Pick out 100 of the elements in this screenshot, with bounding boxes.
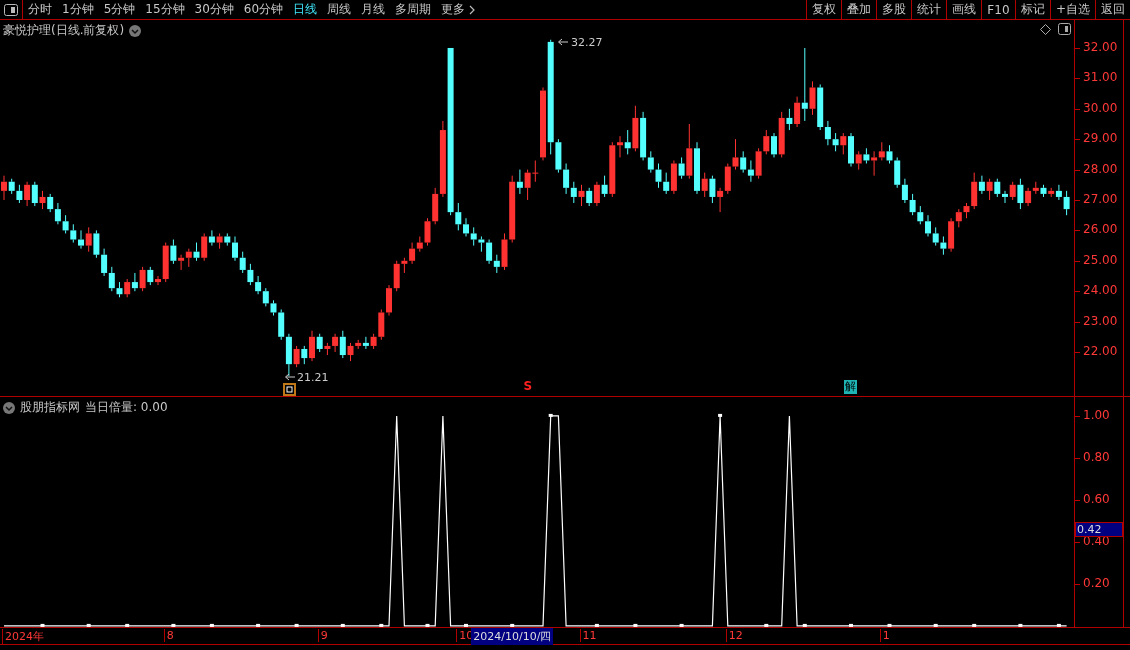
candlestick	[108, 266, 115, 292]
candlestick	[432, 187, 439, 225]
toolbar-button[interactable]: 标记	[1014, 0, 1050, 19]
candlestick	[255, 275, 262, 295]
candlestick	[878, 141, 885, 161]
toolbar-button[interactable]: F10	[980, 0, 1015, 19]
period-tab[interactable]: 15分钟	[140, 0, 190, 19]
panel-toggle-icon[interactable]	[1058, 23, 1071, 35]
axis-label: 23.00	[1083, 313, 1118, 328]
candlestick	[978, 175, 985, 195]
candlestick	[124, 278, 131, 298]
axis-label: 27.00	[1083, 192, 1118, 206]
candlestick	[994, 178, 1001, 198]
candlestick	[116, 281, 123, 298]
cursor-date-label: 2024/10/10/四	[471, 628, 554, 645]
candlestick	[339, 330, 346, 359]
candlestick	[955, 208, 962, 228]
candlestick	[139, 266, 146, 292]
dropdown-icon[interactable]	[3, 401, 15, 414]
candlestick	[85, 226, 92, 253]
chevron-right-icon	[469, 4, 476, 15]
data-point	[209, 623, 214, 627]
signal-icon	[282, 383, 296, 396]
candlestick	[617, 135, 623, 158]
axis-label: 25.00	[1083, 252, 1118, 267]
toolbar-button[interactable]: 画线	[945, 0, 981, 19]
candlestick	[70, 223, 77, 244]
candlestick	[401, 257, 408, 274]
candlestick	[986, 178, 993, 201]
candlestick	[147, 266, 154, 286]
period-tab[interactable]: 月线	[356, 0, 391, 19]
toolbar-button[interactable]: 叠加	[840, 0, 876, 19]
candlestick	[1025, 187, 1032, 207]
period-tab[interactable]: 5分钟	[98, 0, 141, 19]
candlestick	[871, 150, 878, 177]
data-point	[802, 623, 807, 627]
panel-toggle-icon[interactable]	[4, 3, 18, 16]
candlestick	[948, 217, 955, 253]
candlestick	[370, 333, 377, 350]
period-tab[interactable]: 30分钟	[189, 0, 239, 19]
toolbar-button[interactable]: 统计	[910, 0, 946, 19]
candlestick	[624, 129, 631, 155]
period-tab[interactable]: 1分钟	[57, 0, 99, 19]
candlestick	[740, 150, 747, 174]
toolbar-button[interactable]: +自选	[1049, 0, 1095, 19]
data-point	[256, 623, 261, 627]
candlestick	[216, 232, 223, 250]
signal-badge: 解	[844, 380, 857, 394]
candlestick	[601, 175, 608, 198]
candlestick	[1032, 181, 1039, 195]
candlestick	[855, 150, 862, 171]
period-tab[interactable]: 周线	[322, 0, 357, 19]
period-tab[interactable]: 分时	[23, 0, 57, 19]
candlestick	[355, 339, 362, 350]
candlestick	[547, 39, 554, 155]
candlestick	[170, 239, 177, 265]
indicator-title: 股朋指标网	[20, 399, 80, 416]
candlestick	[362, 336, 369, 350]
candlestick	[324, 342, 331, 356]
candlestick	[201, 232, 208, 262]
candlestick	[162, 242, 169, 283]
candlestick	[609, 141, 616, 198]
axis-label: 11	[579, 629, 597, 642]
candlestick	[809, 80, 816, 116]
candlestick	[555, 138, 562, 174]
period-tab[interactable]: 日线	[288, 0, 323, 19]
toolbar-button[interactable]: 多股	[875, 0, 911, 19]
low-price-label: 21.21	[297, 371, 329, 384]
candlestick	[1017, 178, 1024, 210]
candlestick	[894, 156, 901, 189]
candlestick	[416, 235, 423, 253]
toolbar-button[interactable]: 复权	[805, 0, 841, 19]
candlestick	[409, 242, 416, 265]
data-point	[764, 623, 769, 627]
candlestick	[709, 175, 716, 204]
data-point	[125, 623, 130, 627]
candlestick	[1002, 190, 1008, 204]
candlestick	[771, 132, 777, 158]
dropdown-icon[interactable]	[129, 24, 142, 37]
toolbar-button[interactable]: 返回	[1095, 0, 1130, 19]
candlestick	[470, 226, 477, 247]
more-button[interactable]: 更多	[436, 0, 481, 19]
candlestick	[701, 172, 708, 198]
candlestick	[1048, 187, 1055, 198]
axis-label: 0.80	[1083, 449, 1110, 464]
indicator-reading: 当日倍量: 0.00	[85, 399, 168, 416]
candlestick	[593, 181, 600, 207]
period-tab[interactable]: 多周期	[390, 0, 437, 19]
candlestick	[62, 214, 69, 234]
candlestick	[747, 159, 754, 183]
candlestick	[8, 178, 15, 195]
diamond-icon[interactable]	[1040, 24, 1051, 35]
candlestick	[501, 232, 508, 271]
period-tab[interactable]: 60分钟	[238, 0, 289, 19]
candlestick	[655, 163, 662, 189]
candlestick	[863, 147, 870, 164]
candlestick	[463, 217, 469, 237]
data-point	[887, 623, 892, 627]
axis-label: 0.20	[1083, 575, 1110, 590]
candlestick	[332, 333, 339, 353]
